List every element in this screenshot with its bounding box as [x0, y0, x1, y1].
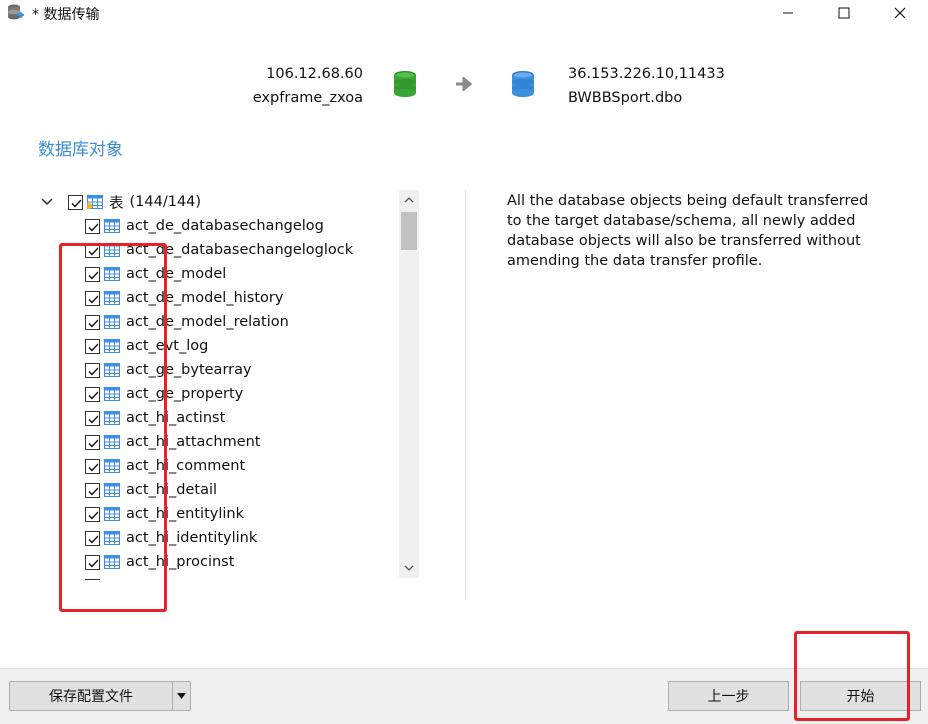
- scroll-up-button[interactable]: [399, 190, 419, 210]
- previous-button[interactable]: 上一步: [668, 681, 789, 711]
- source-database: expframe_zxoa: [252, 90, 363, 106]
- table-checkbox[interactable]: [85, 218, 100, 234]
- table-folder-icon: [87, 195, 103, 209]
- target-database: BWBBSport.dbo: [568, 90, 683, 106]
- database-stack-icon: [8, 4, 24, 20]
- arrow-right-icon: [456, 77, 473, 91]
- close-icon: [894, 7, 906, 19]
- close-button[interactable]: [877, 0, 923, 26]
- maximize-button[interactable]: [821, 0, 867, 26]
- chevron-down-icon: [404, 565, 414, 571]
- minimize-button[interactable]: [765, 0, 811, 26]
- tree-root-tables[interactable]: 表 (144/144): [30, 190, 201, 214]
- tree-root-count: (144/144): [129, 194, 202, 210]
- tree-scrollbar[interactable]: [399, 190, 419, 578]
- transfer-description: All the database objects being default t…: [507, 193, 869, 269]
- tree-item-table[interactable]: act_de_databasechangelog: [30, 214, 324, 238]
- minimize-icon: [783, 12, 793, 14]
- annotation-box-checkboxes: [59, 243, 167, 612]
- source-connection: 106.12.68.60 expframe_zxoa: [253, 62, 363, 110]
- target-database-icon: [512, 71, 534, 97]
- table-name: act_de_databasechangelog: [126, 218, 324, 234]
- section-title: 数据库对象: [38, 140, 123, 160]
- save-profile-dropdown[interactable]: [172, 681, 191, 711]
- title-bar: * 数据传输: [0, 0, 928, 26]
- source-database-icon: [394, 71, 416, 97]
- caret-down-icon: [177, 693, 186, 699]
- window-title: * 数据传输: [32, 7, 100, 23]
- save-profile-button[interactable]: 保存配置文件: [9, 681, 173, 711]
- table-icon: [104, 219, 120, 233]
- footer-bar: 保存配置文件 上一步 开始: [0, 668, 928, 724]
- annotation-box-start: [794, 631, 910, 721]
- chevron-up-icon: [404, 197, 414, 203]
- scroll-down-button[interactable]: [399, 558, 419, 578]
- panel-divider: [465, 190, 466, 600]
- target-host: 36.153.226.10,11433: [568, 66, 725, 82]
- root-checkbox[interactable]: [68, 194, 83, 210]
- tree-root-label: 表: [109, 195, 124, 212]
- collapse-icon[interactable]: [40, 195, 54, 209]
- maximize-icon: [838, 7, 850, 19]
- target-connection: 36.153.226.10,11433 BWBBSport.dbo: [568, 62, 725, 110]
- scroll-thumb[interactable]: [401, 212, 417, 250]
- source-host: 106.12.68.60: [266, 66, 363, 82]
